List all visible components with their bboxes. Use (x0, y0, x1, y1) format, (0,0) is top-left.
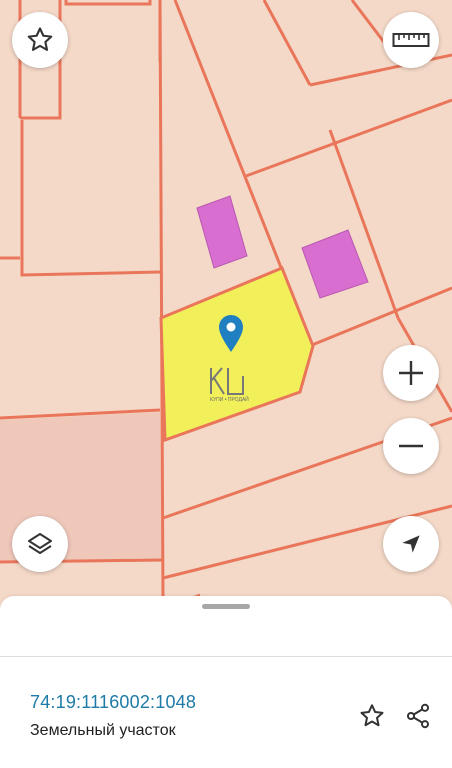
layers-button[interactable] (12, 516, 68, 572)
cadastral-map (0, 0, 452, 600)
zoom-out-button[interactable] (383, 418, 439, 474)
map-view[interactable]: КУПИ • ПРОДАЙ (0, 0, 452, 600)
info-bottom-sheet[interactable]: 74:19:1116002:1048 Земельный участок (0, 596, 452, 768)
cadastral-number[interactable]: 74:19:1116002:1048 (30, 692, 196, 713)
divider (0, 656, 452, 657)
favorite-button[interactable] (12, 12, 68, 68)
star-outline-icon (360, 704, 384, 727)
share-button[interactable] (402, 700, 434, 732)
ruler-button[interactable] (383, 12, 439, 68)
plus-icon (399, 361, 423, 385)
star-outline-icon (27, 27, 53, 51)
sheet-drag-handle[interactable] (202, 604, 250, 609)
ruler-icon (392, 33, 430, 47)
watermark-caption: КУПИ • ПРОДАЙ (210, 397, 249, 403)
sheet-favorite-button[interactable] (356, 700, 388, 732)
object-type-label: Земельный участок (30, 722, 176, 739)
navigation-arrow-icon (402, 535, 420, 553)
zoom-in-button[interactable] (383, 345, 439, 401)
minus-icon (399, 444, 423, 448)
layers-icon (28, 533, 52, 554)
my-location-button[interactable] (383, 516, 439, 572)
share-icon (406, 703, 430, 729)
